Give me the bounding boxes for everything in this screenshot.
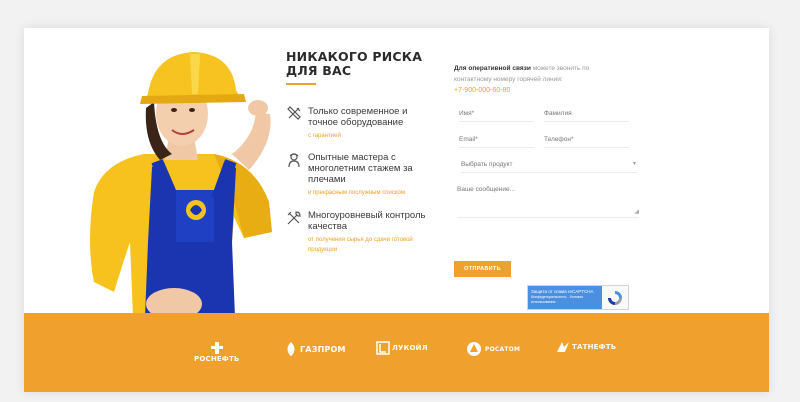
partner-name: РОСАТОМ [485,345,521,353]
message-textarea[interactable]: Ваше сообщение... ◢ [457,186,639,218]
resize-handle-icon[interactable]: ◢ [634,208,639,215]
section-title-line1: НИКАКОГО РИСКА [286,49,423,64]
worker-photo [90,52,272,342]
chevron-down-icon: ▼ [632,161,637,167]
contact-intro-line2: контактному номеру горячей линии: [454,76,563,83]
partner-name: ГАЗПРОМ [300,344,346,354]
partners-band: РОСНЕФТЬ ГАЗПРОМ ЛУКОЙЛ РОСАТОМ ТАТНЕФТЬ [24,313,769,392]
name-field[interactable]: Имя* [459,110,534,122]
section-title-line2: ДЛЯ ВАС [286,63,352,78]
partner-name: РОСНЕФТЬ [194,355,240,363]
feature-subtitle: с гарантией [308,133,341,139]
feature-title: Опытные мастера с многолетним стажем за … [308,152,413,185]
features-column: НИКАКОГО РИСКА ДЛЯ ВАС Только современно… [286,50,456,253]
feature-subtitle: и прекрасным послужным списком [308,190,405,196]
tools-icon [287,106,301,120]
title-underline [286,83,316,85]
feature-title: Только современное и точное оборудование [308,106,408,128]
contact-intro: Для оперативной связи можете звонить по … [454,63,634,85]
partner-name: ЛУКОЙЛ [392,344,428,352]
feature-subtitle: от получения сырья до сдачи готовой прод… [308,237,413,253]
wrench-hammer-icon [287,211,301,225]
surname-field[interactable]: Фамилия [544,110,629,122]
rosneft-logo-icon [210,342,223,354]
partner-logo-rosneft[interactable]: РОСНЕФТЬ [194,341,240,363]
product-select[interactable]: Выбрать продукт ▼ [461,161,637,173]
partner-logo-lukoil[interactable]: ЛУКОЙЛ [376,341,428,355]
partner-logo-gazprom[interactable]: ГАЗПРОМ [284,341,346,357]
partner-logo-rosatom[interactable]: РОСАТОМ [466,341,520,357]
contact-form: Для оперативной связи можете звонить по … [454,63,639,310]
partner-logo-tatneft[interactable]: ТАТНЕФТЬ [556,341,616,353]
feature-title: Многоуровневый контроль качества [308,210,426,232]
worker-icon [288,153,300,168]
submit-button[interactable]: ОТПРАВИТЬ [454,261,511,277]
contact-intro-rest: можете звонить по [532,65,590,72]
partner-name: ТАТНЕФТЬ [572,343,617,351]
product-select-value: Выбрать продукт [461,161,513,168]
recaptcha-links[interactable]: Конфиденциальность - Условия использован… [531,295,599,305]
risk-section: НИКАКОГО РИСКА ДЛЯ ВАС Только современно… [24,28,769,392]
phone-field[interactable]: Телефон* [544,136,629,148]
hotline-phone[interactable]: +7-900-000-60-80 [454,85,634,96]
recaptcha-logo-icon [608,291,622,305]
message-placeholder: Ваше сообщение... [457,186,516,193]
tatneft-logo-icon [557,342,569,352]
lukoil-logo-icon [376,341,390,355]
section-title: НИКАКОГО РИСКА ДЛЯ ВАС [286,50,456,78]
contact-intro-bold: Для оперативной связи [454,65,531,72]
recaptcha-widget[interactable]: Защита от спама reCAPTCHA Конфиденциальн… [527,285,629,310]
recaptcha-badge-text: Защита от спама reCAPTCHA Конфиденциальн… [528,286,602,309]
gazprom-logo-icon [287,342,295,356]
rosatom-logo-icon [467,342,481,356]
email-field[interactable]: Email* [459,136,534,148]
